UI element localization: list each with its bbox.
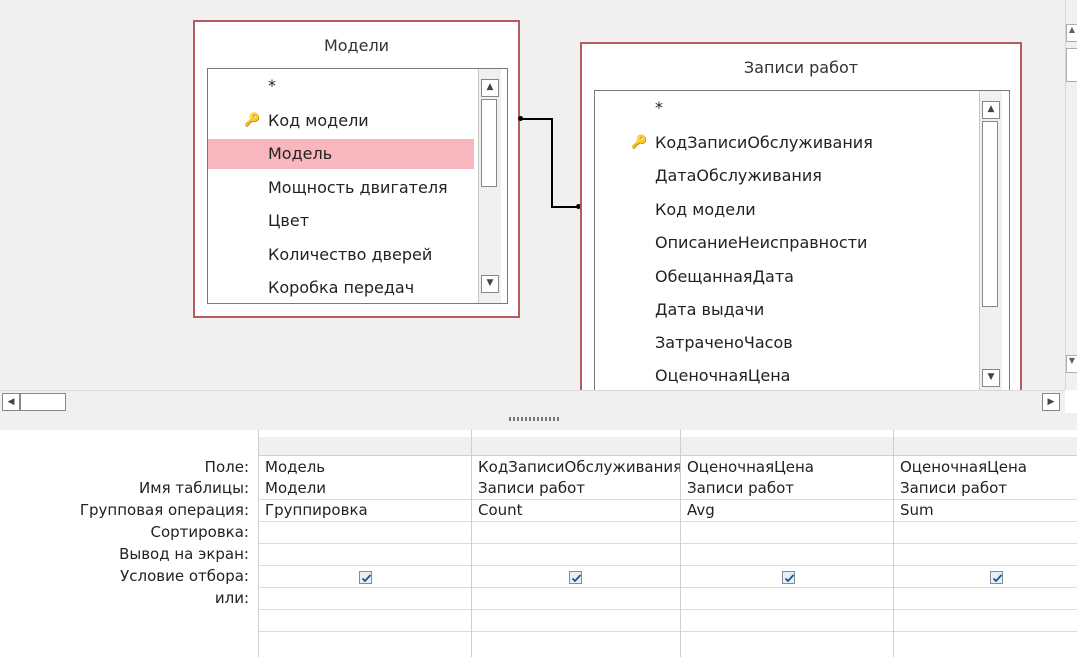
field-item[interactable]: ОценочнаяЦена (595, 361, 975, 391)
row-label-or: или: (214, 589, 249, 607)
show-checkbox[interactable] (569, 571, 582, 584)
cell-total[interactable]: Группировка (265, 499, 368, 521)
field-list-scrollbar[interactable]: ▲ ▼ (979, 91, 1002, 392)
cell-table[interactable]: Записи работ (478, 477, 585, 499)
row-label-field: Поле: (204, 458, 249, 476)
field-item[interactable]: ОбещаннаяДата (595, 262, 975, 292)
scroll-thumb[interactable] (982, 121, 998, 307)
grid-column[interactable]: ОценочнаяЦена Записи работ Sum (893, 430, 1077, 657)
cell-total[interactable]: Sum (900, 499, 934, 521)
design-horizontal-scrollbar[interactable]: ◀ ▶ (0, 390, 1065, 414)
scroll-thumb[interactable] (481, 99, 497, 187)
pane-splitter[interactable] (0, 413, 1077, 430)
cell-table[interactable]: Записи работ (900, 477, 1007, 499)
relationship-line (520, 118, 553, 120)
scroll-right-icon[interactable]: ▶ (1042, 393, 1060, 411)
scroll-up-icon[interactable]: ▲ (1066, 24, 1077, 42)
table-models[interactable]: Модели * 🔑 Код модели Модель Мощность дв… (193, 20, 520, 318)
scroll-up-icon[interactable]: ▲ (982, 101, 1000, 119)
scroll-down-icon[interactable]: ▼ (1066, 355, 1077, 373)
row-label-criteria: Условие отбора: (120, 567, 249, 585)
column-selector[interactable] (472, 437, 680, 456)
grid-column[interactable]: ОценочнаяЦена Записи работ Avg (680, 430, 893, 657)
field-item[interactable]: * (208, 71, 474, 101)
row-label-sort: Сортировка: (150, 523, 249, 541)
field-item[interactable]: Количество дверей (208, 240, 474, 270)
cell-total[interactable]: Avg (687, 499, 715, 521)
scroll-down-icon[interactable]: ▼ (982, 369, 1000, 387)
column-selector[interactable] (259, 437, 471, 456)
cell-table[interactable]: Модели (265, 477, 326, 499)
splitter-grip[interactable] (509, 417, 561, 421)
scroll-left-icon[interactable]: ◀ (2, 393, 20, 411)
field-item[interactable]: 🔑 КодЗаписиОбслуживания (595, 128, 975, 158)
row-label-show: Вывод на экран: (119, 545, 249, 563)
field-item[interactable]: ДатаОбслуживания (595, 161, 975, 191)
field-list[interactable]: * 🔑 Код модели Модель Мощность двигателя… (207, 68, 508, 304)
checkmark-icon (361, 574, 372, 583)
table-title: Модели (323, 36, 390, 55)
show-checkbox[interactable] (359, 571, 372, 584)
field-item-selected[interactable]: Модель (208, 139, 474, 169)
cell-table[interactable]: Записи работ (687, 477, 794, 499)
design-vertical-scrollbar[interactable]: ▲ ▼ (1065, 0, 1077, 390)
cell-field[interactable]: Модель (265, 456, 325, 478)
key-icon: 🔑 (631, 135, 648, 150)
cell-field[interactable]: ОценочнаяЦена (687, 456, 814, 478)
cell-field[interactable]: ОценочнаяЦена (900, 456, 1027, 478)
grid-column[interactable]: Модель Модели Группировка (258, 430, 471, 657)
query-design-grid[interactable]: Поле: Имя таблицы: Групповая операция: С… (0, 430, 1077, 657)
field-item[interactable]: ЗатраченоЧасов (595, 328, 975, 358)
scroll-up-icon[interactable]: ▲ (481, 79, 499, 97)
field-item[interactable]: Дата выдачи (595, 295, 975, 325)
field-item[interactable]: 🔑 Код модели (208, 106, 474, 136)
cell-field[interactable]: КодЗаписиОбслуживания (478, 456, 681, 478)
checkmark-icon (571, 574, 582, 583)
column-selector[interactable] (681, 437, 893, 456)
relationship-line (551, 118, 553, 208)
field-item[interactable]: Цвет (208, 206, 474, 236)
field-item[interactable]: ОписаниеНеисправности (595, 228, 975, 258)
row-label-table: Имя таблицы: (139, 479, 249, 497)
show-checkbox[interactable] (990, 571, 1003, 584)
table-title: Записи работ (743, 58, 859, 77)
row-label-total: Групповая операция: (79, 501, 249, 519)
scroll-thumb[interactable] (1066, 48, 1077, 82)
scroll-thumb[interactable] (20, 393, 66, 411)
checkmark-icon (784, 574, 795, 583)
grid-column[interactable]: КодЗаписиОбслуживания Записи работ Count (471, 430, 681, 657)
scroll-down-icon[interactable]: ▼ (481, 275, 499, 293)
relationship-end (518, 116, 523, 121)
field-item[interactable]: Мощность двигателя (208, 173, 474, 203)
table-work-records[interactable]: Записи работ * 🔑 КодЗаписиОбслуживания Д… (580, 42, 1022, 392)
cell-total[interactable]: Count (478, 499, 523, 521)
field-item[interactable]: * (595, 93, 975, 123)
column-selector[interactable] (894, 437, 1077, 456)
key-icon: 🔑 (244, 113, 261, 128)
field-item[interactable]: Код модели (595, 195, 975, 225)
field-list-scrollbar[interactable]: ▲ ▼ (478, 69, 501, 303)
show-checkbox[interactable] (782, 571, 795, 584)
field-list[interactable]: * 🔑 КодЗаписиОбслуживания ДатаОбслуживан… (594, 90, 1010, 392)
field-item[interactable]: Коробка передач (208, 273, 474, 303)
checkmark-icon (992, 574, 1003, 583)
